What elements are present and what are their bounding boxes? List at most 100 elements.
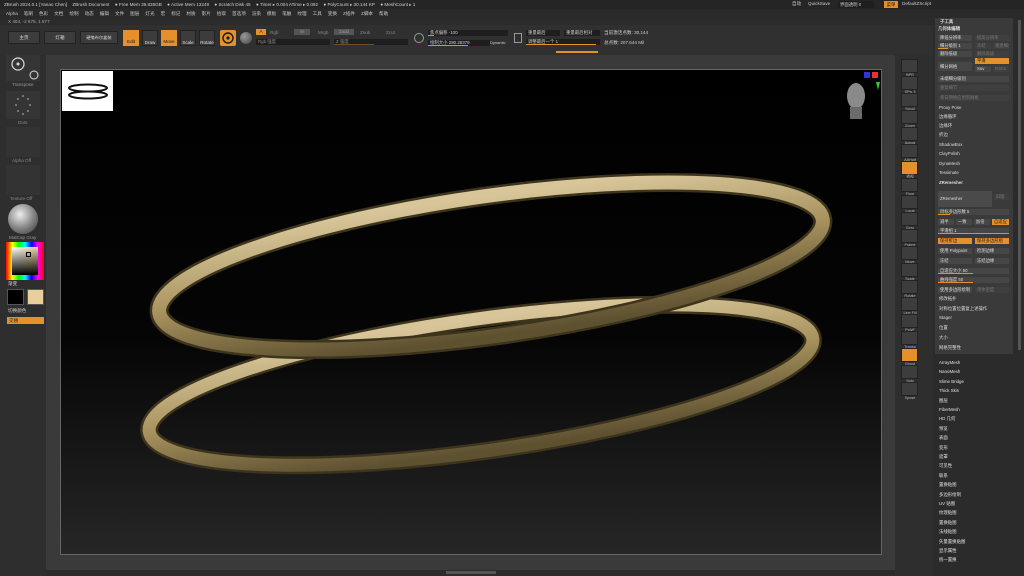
right-shelf-button[interactable]: [901, 110, 918, 124]
weight-last-button[interactable]: 重量最后: [526, 30, 560, 36]
right-shelf-button[interactable]: [901, 280, 918, 294]
paint-density-slider[interactable]: 单体密度: [975, 287, 1009, 293]
right-shelf-button[interactable]: [901, 263, 918, 277]
use-polygroup-paint-toggle[interactable]: 使用多边形绘制: [938, 287, 972, 293]
right-shelf-button[interactable]: [901, 297, 918, 311]
panel-scrollbar[interactable]: [1018, 20, 1021, 350]
tool-sub-item[interactable]: NanoMesh: [939, 369, 960, 374]
color-picker[interactable]: [6, 242, 44, 280]
symmetric-position-header[interactable]: 对称位置位置复上述操作: [939, 306, 987, 312]
navigation-head-icon[interactable]: [836, 70, 882, 122]
tool-sub-item[interactable]: 变形: [939, 445, 948, 451]
rsmt-toggle[interactable]: RSmt: [993, 66, 1009, 72]
menu-item[interactable]: 首选项: [232, 9, 246, 18]
menu-item[interactable]: Z插件: [343, 9, 355, 18]
menu-item[interactable]: 笔触: [282, 9, 291, 18]
suv-toggle[interactable]: Suv: [975, 66, 991, 72]
right-shelf-button[interactable]: [901, 59, 918, 73]
right-shelf-button[interactable]: [901, 246, 918, 260]
right-shelf-button[interactable]: [901, 144, 918, 158]
zadd-toggle[interactable]: Zadd: [334, 29, 354, 35]
legacy-button[interactable]: 旧版: [994, 194, 1009, 200]
shell-header[interactable]: 折边: [939, 132, 948, 138]
tool-sub-item[interactable]: 法线贴图: [939, 529, 957, 535]
menu-item[interactable]: 宏: [161, 9, 166, 18]
mesh-integrity-header[interactable]: 网格完整性: [939, 345, 961, 351]
edge-loop-header[interactable]: 边缘循环: [939, 114, 957, 120]
ring-model[interactable]: [61, 70, 882, 555]
draw-size-slider[interactable]: 绘制大小 280.28379: [428, 40, 490, 46]
menu-item[interactable]: 色彩: [39, 9, 48, 18]
color-picker-cursor[interactable]: [26, 252, 31, 257]
menu-item[interactable]: 拾取: [217, 9, 226, 18]
tool-sub-item[interactable]: Slime Bridge: [939, 379, 964, 384]
repeat-detail-button[interactable]: 重复细节: [938, 85, 1009, 91]
stroke-dots-button[interactable]: [6, 91, 40, 119]
material-sphere-icon[interactable]: [240, 32, 252, 44]
color-picker-square[interactable]: [12, 247, 38, 275]
dynamesh-header[interactable]: DynaMesh: [939, 161, 960, 166]
use-polypaint-toggle[interactable]: 使用 Polypaint: [938, 248, 972, 254]
transpose-brush-button[interactable]: [6, 55, 40, 81]
menu-item[interactable]: 材质: [186, 9, 195, 18]
focal-shift-slider[interactable]: 焦点偏移 -100: [428, 30, 508, 36]
smooth-toggle[interactable]: 平滑: [975, 58, 1009, 64]
right-shelf-button[interactable]: [901, 382, 918, 396]
keep-polygroups-toggle[interactable]: 保持多边形组: [975, 238, 1009, 244]
menu-item[interactable]: Alpha: [6, 9, 18, 18]
gizmo-toggle-button[interactable]: [220, 30, 236, 46]
tool-sub-item[interactable]: HD 几何: [939, 416, 955, 422]
menu-item[interactable]: 标记: [171, 9, 180, 18]
crease-header[interactable]: 边缘环: [939, 123, 952, 129]
modify-topology-header[interactable]: 修改拓扑: [939, 296, 957, 302]
rgb-toggle[interactable]: Rgb: [270, 30, 278, 35]
main-color-swatch[interactable]: [27, 289, 44, 305]
tool-sub-item[interactable]: ArrayMesh: [939, 360, 960, 365]
position-header[interactable]: 位置: [939, 325, 948, 331]
ring-thumbnail[interactable]: [62, 71, 113, 111]
lightbox-button[interactable]: 灯箱: [44, 31, 76, 44]
menu-item[interactable]: 渲染: [252, 9, 261, 18]
tool-sub-item[interactable]: 多边形绘制: [939, 492, 961, 498]
del-lower-button[interactable]: 删除低级: [938, 51, 972, 57]
tool-sub-item[interactable]: 可见性: [939, 463, 952, 469]
move-button[interactable]: Move: [161, 30, 177, 46]
freeze-groups-toggle[interactable]: 冻结边缘: [975, 258, 1009, 264]
tool-sub-item[interactable]: 矢量置换贴图: [939, 539, 965, 545]
freeze-border-toggle[interactable]: 冻结: [938, 258, 972, 264]
interface-transparency-slider[interactable]: 界面透明 0: [838, 1, 874, 8]
menu-item[interactable]: 影片: [202, 9, 211, 18]
stager-header[interactable]: Stager: [939, 315, 952, 320]
subtool-header[interactable]: 子工具: [940, 19, 953, 25]
alpha-button[interactable]: [6, 127, 40, 157]
size-header[interactable]: 大小: [939, 335, 948, 341]
tool-sub-item[interactable]: 纹理贴图: [939, 510, 957, 516]
rotate-button[interactable]: Rotate: [199, 30, 215, 46]
menu-item[interactable]: 工具: [313, 9, 322, 18]
curve-strength-slider[interactable]: 曲线强度 50: [938, 277, 1009, 283]
menus-button[interactable]: 菜单: [884, 1, 898, 8]
keep-creases-toggle[interactable]: 保持折边: [938, 238, 972, 244]
right-shelf-button[interactable]: [901, 229, 918, 243]
zsub-toggle[interactable]: Zsub: [360, 30, 370, 35]
texture-button[interactable]: [6, 165, 40, 195]
right-shelf-button[interactable]: [901, 161, 918, 175]
default-zscript-button[interactable]: DefaultZScript: [902, 1, 931, 6]
right-shelf-button[interactable]: [901, 331, 918, 345]
adjust-last-slider[interactable]: 调整最后一个 1: [526, 39, 600, 45]
draw-button[interactable]: Draw: [142, 30, 158, 46]
right-shelf-button[interactable]: [901, 127, 918, 141]
right-shelf-button[interactable]: [901, 212, 918, 226]
adaptive-size-slider[interactable]: 自适应大小 50: [938, 268, 1009, 274]
crease-level-button[interactable]: 未端细分级别: [938, 76, 1009, 82]
right-shelf-button[interactable]: [901, 365, 918, 379]
half-button[interactable]: 减半: [938, 219, 954, 225]
menu-item[interactable]: 变换: [328, 9, 337, 18]
zremesher-header[interactable]: ZRemesher: [939, 180, 963, 185]
freeze-button[interactable]: 冻结: [975, 43, 991, 49]
z-intensity-slider[interactable]: Z 强度: [334, 39, 408, 45]
home-page-button[interactable]: 主页: [8, 31, 40, 44]
quicksave-button[interactable]: QuickSave: [808, 1, 830, 6]
tool-sub-item[interactable]: 预览: [939, 426, 948, 432]
menu-item[interactable]: 文件: [115, 9, 124, 18]
